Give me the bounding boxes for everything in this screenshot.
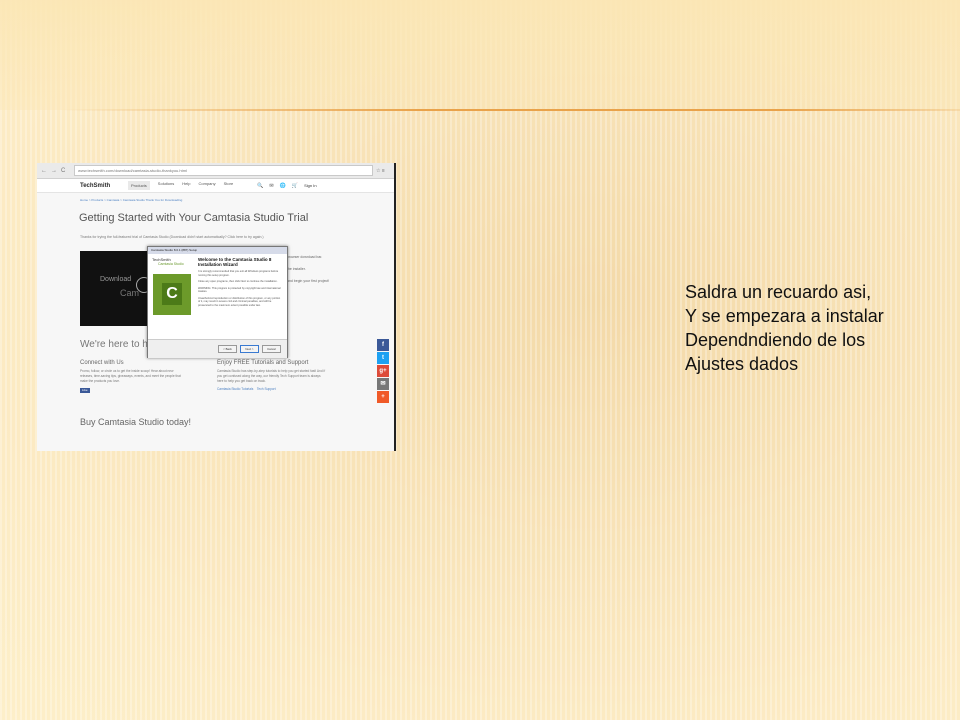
caption-line: Saldra un recuardo asi, [685, 282, 872, 302]
step-note: the installer. [287, 267, 306, 271]
search-icon[interactable]: 🔍 [257, 183, 263, 189]
caption-line: Ajustes dados [685, 354, 799, 374]
nav-products[interactable]: Products [128, 181, 150, 190]
tutorials-body: Camtasia Studio has step-by-step tutoria… [217, 369, 326, 383]
forward-icon[interactable]: → [51, 168, 57, 174]
installer-dialog: Camtasia Studio 8.0.1 (887) Setup TechSm… [147, 246, 288, 358]
camtasia-logo-icon: C [153, 274, 191, 315]
globe-icon[interactable]: 🌐 [280, 183, 286, 189]
page-title: Getting Started with Your Camtasia Studi… [79, 212, 309, 224]
camtasia-logo-glyph: C [162, 283, 182, 305]
back-icon[interactable]: ← [41, 168, 47, 174]
tech-support-link[interactable]: Tech Support [257, 387, 276, 391]
facebook-like-button[interactable]: Like [80, 388, 90, 393]
cancel-button[interactable]: Cancel [262, 345, 281, 353]
breadcrumb[interactable]: Home > Products > Camtasia > Camtasia St… [80, 198, 394, 202]
browser-toolbar: ← → C www.techsmith.com/download/camtasi… [37, 163, 394, 179]
section-heading: We're here to h [80, 339, 148, 350]
share-bar: f t g+ ✉ + [377, 339, 389, 404]
caption-line: Dependndiendo de los [685, 330, 866, 350]
wizard-text: It is strongly recommended that you exit… [198, 270, 279, 277]
slide-top-band [0, 0, 960, 110]
wizard-heading: Welcome to the Camtasia Studio 8 Install… [198, 257, 272, 267]
step-note: and begin your first project! [287, 279, 330, 283]
more-icon[interactable]: + [377, 391, 389, 403]
slide-caption: Saldra un recuardo asi, Y se empezara a … [685, 280, 884, 376]
step-note: browser download bar. [287, 255, 323, 259]
video-caption: Download [100, 276, 132, 283]
techsmith-logo[interactable]: TechSmith [80, 183, 128, 189]
next-button[interactable]: Next > [240, 345, 259, 353]
wizard-text: WARNING: This program is protected by co… [198, 286, 281, 294]
connect-body: Promo, follow, or circle us to get the i… [80, 369, 181, 383]
google-plus-icon[interactable]: g+ [377, 365, 389, 377]
tutorials-link[interactable]: Camtasia Studio Tutorials [217, 387, 253, 391]
tutorials-section: Enjoy FREE Tutorials and Support Camtasi… [217, 359, 327, 392]
connect-section: Connect with Us Promo, follow, or circle… [80, 359, 186, 393]
nav-help[interactable]: Help [182, 181, 190, 190]
reload-icon[interactable]: C [61, 168, 65, 174]
sign-in-link[interactable]: Sign In [304, 183, 316, 188]
slide-divider-line [60, 109, 960, 111]
twitter-icon[interactable]: t [377, 352, 389, 364]
address-bar[interactable]: www.techsmith.com/download/camtasia-stud… [74, 165, 373, 176]
connect-heading: Connect with Us [80, 360, 124, 366]
thanks-text: Thanks for trying the full-featured tria… [80, 235, 264, 239]
video-caption-2: Cam [120, 288, 140, 298]
facebook-icon[interactable]: f [377, 339, 389, 351]
tutorials-heading: Enjoy FREE Tutorials and Support [217, 360, 309, 366]
wizard-text: Unauthorized reproduction or distributio… [198, 296, 281, 307]
nav-company[interactable]: Company [199, 181, 216, 190]
email-icon[interactable]: ✉ [377, 378, 389, 390]
dialog-banner: TechSmith Camtasia Studio C [148, 254, 194, 339]
browser-menu-icon[interactable]: ☆ ≡ [376, 168, 394, 174]
nav-solutions[interactable]: Solutions [158, 181, 174, 190]
caption-line: Y se empezara a instalar [685, 306, 884, 326]
cart-icon[interactable]: 🛒 [292, 183, 298, 189]
dialog-content: Welcome to the Camtasia Studio 8 Install… [198, 257, 282, 310]
nav-store[interactable]: Store [224, 181, 234, 190]
wizard-text: Close any open programs, then click Next… [198, 280, 278, 283]
dialog-footer: < Back Next > Cancel [148, 339, 287, 358]
back-button[interactable]: < Back [218, 345, 237, 353]
mail-icon[interactable]: ✉ [269, 183, 273, 189]
dialog-title: Camtasia Studio 8.0.1 (887) Setup [148, 247, 287, 254]
buy-heading: Buy Camtasia Studio today! [80, 417, 192, 427]
embedded-screenshot: ← → C www.techsmith.com/download/camtasi… [37, 163, 396, 451]
dialog-product: Camtasia Studio [158, 262, 184, 266]
site-header: TechSmith Products Solutions Help Compan… [37, 179, 394, 193]
